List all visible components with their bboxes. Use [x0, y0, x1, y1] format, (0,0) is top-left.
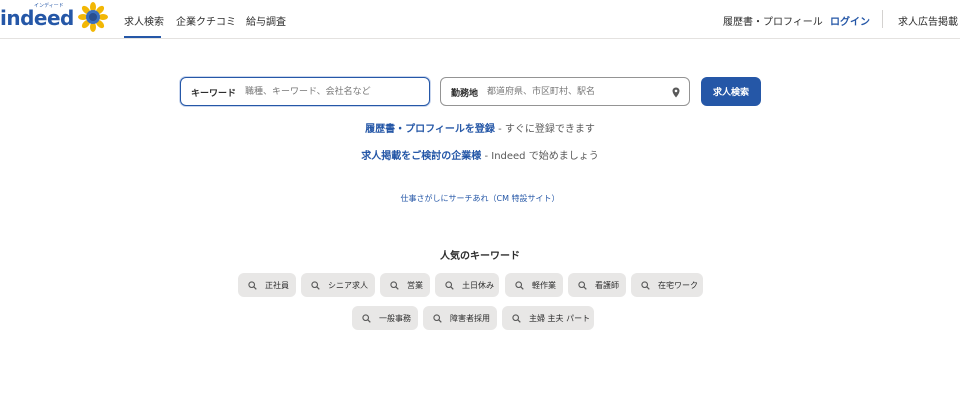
sunflower-icon — [78, 2, 108, 32]
keyword-chip-label: シニア求人 — [328, 280, 368, 290]
top-header: indeed インディード 求人検索 企業クチコミ 給与調査 履歴書・プロフィー… — [0, 0, 960, 39]
resume-register-link[interactable]: 履歴書・プロフィールを登録 — [365, 124, 495, 135]
keyword-field[interactable]: キーワード — [180, 77, 430, 106]
keyword-chip-label: 一般事務 — [379, 313, 411, 323]
search-icon — [445, 280, 454, 290]
search-icon — [578, 280, 587, 290]
resume-profile-link[interactable]: 履歴書・プロフィール — [723, 13, 823, 28]
keyword-chip-label: 障害者採用 — [450, 313, 490, 323]
keyword-chip[interactable]: 営業 — [380, 273, 430, 297]
search-icon — [641, 280, 650, 290]
keyword-label: キーワード — [191, 89, 237, 99]
location-field[interactable]: 勤務地 — [440, 77, 690, 106]
nav-company-reviews[interactable]: 企業クチコミ — [176, 13, 236, 28]
location-pin-icon[interactable] — [672, 87, 680, 98]
login-link[interactable]: ログイン — [830, 13, 870, 28]
keyword-chip-label: 主婦 主夫 パート — [529, 313, 591, 323]
employer-promo: 求人掲載をご検討の企業様 - Indeed で始めましょう — [0, 147, 960, 162]
employer-promo-text: - Indeed で始めましょう — [481, 151, 599, 162]
header-divider — [882, 10, 883, 28]
search-icon — [362, 313, 371, 323]
employer-link[interactable]: 求人掲載をご検討の企業様 — [361, 151, 481, 162]
keyword-chip[interactable]: 土日休み — [435, 273, 499, 297]
keyword-chip-label: 土日休み — [462, 280, 494, 290]
keyword-chip[interactable]: 主婦 主夫 パート — [502, 306, 594, 330]
search-icon — [248, 280, 257, 290]
keyword-chip-label: 正社員 — [265, 280, 289, 290]
keyword-chip[interactable]: 障害者採用 — [423, 306, 497, 330]
logo-wordmark: indeed — [0, 6, 74, 30]
resume-promo-text: - すぐに登録できます — [494, 124, 595, 135]
location-label: 勤務地 — [451, 89, 479, 99]
keyword-chip[interactable]: 在宅ワーク — [631, 273, 703, 297]
nav-salary[interactable]: 給与調査 — [246, 13, 286, 28]
popular-keywords-title: 人気のキーワード — [440, 251, 520, 262]
search-icon — [311, 280, 320, 290]
nav-active-indicator — [124, 36, 161, 38]
keyword-chip-label: 営業 — [407, 280, 423, 290]
keyword-chip[interactable]: 一般事務 — [352, 306, 418, 330]
keyword-chip[interactable]: 軽作業 — [505, 273, 563, 297]
cm-site-link[interactable]: 仕事さがしにサーチあれ（CM 特設サイト） — [0, 193, 960, 204]
indeed-logo[interactable]: indeed インディード — [0, 3, 74, 30]
keyword-chip[interactable]: 看護師 — [568, 273, 626, 297]
keyword-chip[interactable]: シニア求人 — [301, 273, 375, 297]
keyword-chip[interactable]: 正社員 — [238, 273, 296, 297]
search-icon — [515, 280, 524, 290]
keyword-chip-label: 軽作業 — [532, 280, 556, 290]
keyword-chip-label: 看護師 — [595, 280, 619, 290]
resume-promo: 履歴書・プロフィールを登録 - すぐに登録できます — [0, 120, 960, 135]
post-job-link[interactable]: 求人広告掲載 — [898, 13, 958, 28]
location-input[interactable] — [487, 81, 665, 102]
keyword-chip-label: 在宅ワーク — [658, 280, 698, 290]
search-button[interactable]: 求人検索 — [701, 77, 761, 106]
search-icon — [433, 313, 442, 323]
keyword-input[interactable] — [245, 81, 425, 102]
nav-job-search[interactable]: 求人検索 — [124, 13, 164, 28]
search-icon — [512, 313, 521, 323]
search-icon — [390, 280, 399, 290]
logo-kana: インディード — [34, 3, 64, 9]
